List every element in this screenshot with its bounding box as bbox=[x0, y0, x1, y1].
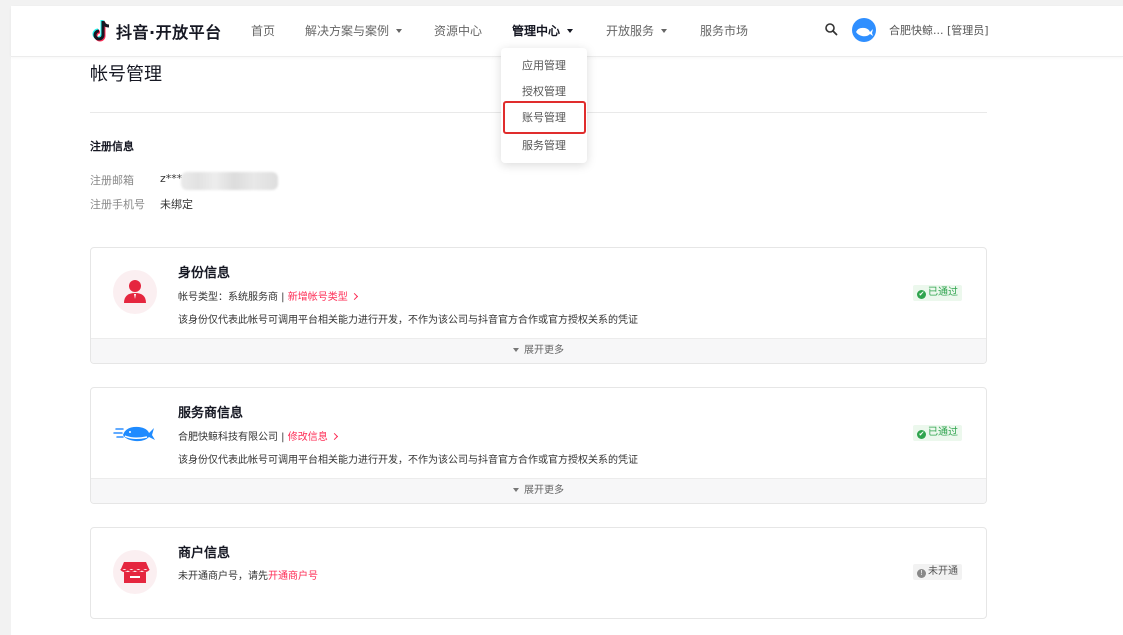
nav-solutions-label: 解决方案与案例 bbox=[305, 24, 390, 38]
nav-home-label: 首页 bbox=[251, 24, 276, 38]
user-icon bbox=[113, 270, 157, 314]
phone-value: 未绑定 bbox=[160, 198, 193, 211]
expand-more-label: 展开更多 bbox=[524, 485, 564, 496]
add-account-type-link[interactable]: 新增帐号类型 bbox=[288, 292, 348, 303]
identity-account-type: 帐号类型：系统服务商 | 新增帐号类型 bbox=[178, 288, 358, 303]
whale-icon bbox=[113, 410, 157, 454]
company-name: 合肥快鲸科技有限公司 | bbox=[178, 432, 288, 443]
check-circle-icon: ✔ bbox=[917, 430, 926, 439]
identity-card: 身份信息 帐号类型：系统服务商 | 新增帐号类型 该身份仅代表此帐号可调用平台相… bbox=[90, 247, 987, 364]
page-container: 抖音·开放平台 首页 解决方案与案例 资源中心 管理中心 开放服务 服务市场 合… bbox=[11, 6, 1123, 635]
registration-section-title: 注册信息 bbox=[90, 140, 134, 153]
info-circle-icon: ! bbox=[917, 569, 926, 578]
nav-market[interactable]: 服务市场 bbox=[700, 22, 748, 40]
merchant-card: 商户信息 未开通商户号，请先开通商户号 ! 未开通 bbox=[90, 527, 987, 619]
expand-more-label: 展开更多 bbox=[524, 345, 564, 356]
phone-label: 注册手机号 bbox=[90, 198, 145, 211]
merchant-status-line: 未开通商户号，请先开通商户号 bbox=[178, 567, 318, 582]
menu-item-authorization-management[interactable]: 授权管理 bbox=[501, 83, 587, 101]
status-badge: ✔ 已通过 bbox=[913, 425, 962, 441]
account-type-text: 帐号类型：系统服务商 | bbox=[178, 292, 288, 303]
provider-disclaimer: 该身份仅代表此帐号可调用平台相关能力进行开发，不作为该公司与抖音官方合作或官方授… bbox=[178, 455, 638, 466]
identity-disclaimer: 该身份仅代表此帐号可调用平台相关能力进行开发，不作为该公司与抖音官方合作或官方授… bbox=[178, 315, 638, 326]
open-merchant-link[interactable]: 开通商户号 bbox=[268, 571, 318, 582]
status-text: 已通过 bbox=[928, 287, 958, 298]
search-icon[interactable] bbox=[824, 22, 838, 36]
management-dropdown-menu: 应用管理 授权管理 账号管理 服务管理 bbox=[501, 48, 587, 163]
nav-market-label: 服务市场 bbox=[700, 24, 749, 38]
provider-company: 合肥快鲸科技有限公司 | 修改信息 bbox=[178, 428, 338, 443]
provider-card-title: 服务商信息 bbox=[178, 406, 244, 421]
email-value: z*** bbox=[160, 172, 183, 185]
highlight-box bbox=[503, 101, 586, 134]
nav-solutions[interactable]: 解决方案与案例 bbox=[305, 22, 403, 40]
nav-management[interactable]: 管理中心 bbox=[512, 22, 574, 40]
logo[interactable]: 抖音·开放平台 bbox=[90, 18, 222, 44]
user-name[interactable]: 合肥快鲸... [管理员] bbox=[889, 22, 989, 38]
chevron-down-icon bbox=[396, 29, 403, 33]
page-title: 帐号管理 bbox=[90, 64, 162, 85]
status-text: 已通过 bbox=[928, 427, 958, 438]
chevron-right-icon bbox=[330, 432, 338, 441]
store-icon bbox=[113, 550, 157, 594]
merchant-status-text: 未开通商户号，请先 bbox=[178, 571, 268, 582]
nav-open-services[interactable]: 开放服务 bbox=[606, 22, 668, 40]
status-badge: ✔ 已通过 bbox=[913, 285, 962, 301]
menu-item-app-management[interactable]: 应用管理 bbox=[501, 57, 587, 75]
provider-card: 服务商信息 合肥快鲸科技有限公司 | 修改信息 该身份仅代表此帐号可调用平台相关… bbox=[90, 387, 987, 504]
nav-resources[interactable]: 资源中心 bbox=[434, 22, 482, 40]
nav-resources-label: 资源中心 bbox=[434, 24, 483, 38]
nav-management-label: 管理中心 bbox=[512, 24, 561, 38]
menu-item-service-management[interactable]: 服务管理 bbox=[501, 137, 587, 155]
caret-down-icon bbox=[513, 488, 519, 492]
whale-icon bbox=[856, 27, 873, 37]
caret-down-icon bbox=[513, 348, 519, 352]
redacted-email bbox=[181, 172, 278, 190]
nav-open-services-label: 开放服务 bbox=[606, 24, 655, 38]
identity-card-title: 身份信息 bbox=[178, 266, 231, 281]
status-badge: ! 未开通 bbox=[913, 564, 962, 580]
douyin-logo-icon bbox=[92, 20, 110, 42]
avatar[interactable] bbox=[852, 18, 876, 42]
check-circle-icon: ✔ bbox=[917, 290, 926, 299]
chevron-right-icon bbox=[350, 292, 358, 301]
logo-text: 抖音·开放平台 bbox=[116, 23, 222, 42]
chevron-down-icon bbox=[567, 29, 574, 33]
nav-home[interactable]: 首页 bbox=[251, 22, 275, 40]
chevron-down-icon bbox=[661, 29, 668, 33]
expand-more-button[interactable]: 展开更多 bbox=[91, 478, 986, 503]
email-label: 注册邮箱 bbox=[90, 174, 134, 187]
edit-info-link[interactable]: 修改信息 bbox=[288, 432, 328, 443]
merchant-card-title: 商户信息 bbox=[178, 546, 231, 561]
expand-more-button[interactable]: 展开更多 bbox=[91, 338, 986, 363]
status-text: 未开通 bbox=[928, 566, 958, 577]
